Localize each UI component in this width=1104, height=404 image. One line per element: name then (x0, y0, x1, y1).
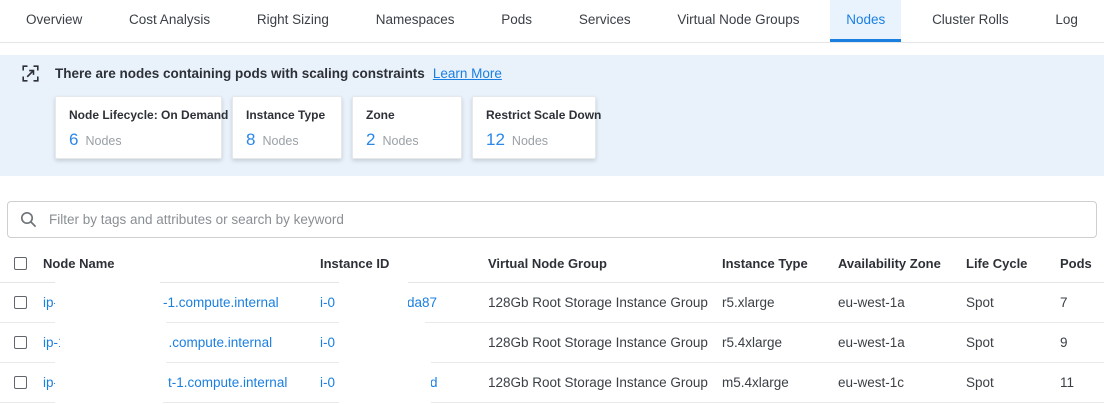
card-count: 6 (69, 130, 78, 150)
tab-right-sizing[interactable]: Right Sizing (241, 0, 345, 42)
constraint-summary-cards: Node Lifecycle: On Demand 6 Nodes Instan… (55, 96, 1104, 159)
tab-namespaces[interactable]: Namespaces (360, 0, 471, 42)
banner-alert-row: There are nodes containing pods with sca… (22, 63, 1104, 83)
card-unit: Nodes (512, 134, 548, 148)
card-zone[interactable]: Zone 2 Nodes (352, 96, 462, 159)
tab-services[interactable]: Services (563, 0, 647, 42)
pods-cell: 9 (1060, 335, 1104, 350)
instance-type-cell: m5.4xlarge (722, 375, 838, 390)
virtual-node-group-cell: 128Gb Root Storage Instance Group (488, 375, 722, 390)
life-cycle-cell: Spot (966, 375, 1060, 390)
col-availability-zone: Availability Zone (838, 256, 966, 271)
banner-message: There are nodes containing pods with sca… (55, 66, 425, 81)
table-row: ip-1.compute.internal i-0 128Gb Root Sto… (0, 323, 1104, 363)
select-all-checkbox[interactable] (14, 257, 27, 270)
virtual-node-group-cell: 128Gb Root Storage Instance Group (488, 295, 722, 310)
table-header-row: Node Name Instance ID Virtual Node Group… (0, 245, 1104, 283)
redaction-box (60, 322, 166, 363)
redaction-box (340, 322, 425, 363)
filter-search-box[interactable] (7, 201, 1097, 238)
availability-zone-cell: eu-west-1a (838, 295, 966, 310)
search-input[interactable] (49, 212, 1084, 227)
row-checkbox[interactable] (14, 336, 27, 349)
card-unit: Nodes (382, 134, 418, 148)
card-count: 8 (246, 130, 255, 150)
scale-out-icon (22, 65, 39, 82)
tab-bar: Overview Cost Analysis Right Sizing Name… (0, 0, 1104, 43)
scaling-constraints-banner: There are nodes containing pods with sca… (0, 55, 1104, 176)
table-row: ip-t-1.compute.internal i-0d 128Gb Root … (0, 363, 1104, 403)
learn-more-link[interactable]: Learn More (433, 66, 502, 81)
tab-log[interactable]: Log (1039, 0, 1094, 42)
table-row: ip--1.compute.internal i-0da87 128Gb Roo… (0, 283, 1104, 323)
col-life-cycle: Life Cycle (966, 256, 1060, 271)
col-virtual-node-group: Virtual Node Group (488, 256, 722, 271)
col-pods: Pods (1060, 256, 1104, 271)
virtual-node-group-cell: 128Gb Root Storage Instance Group (488, 335, 722, 350)
redaction-box (339, 362, 431, 403)
col-instance-type: Instance Type (722, 256, 838, 271)
tab-cluster-rolls[interactable]: Cluster Rolls (916, 0, 1025, 42)
row-checkbox[interactable] (14, 296, 27, 309)
life-cycle-cell: Spot (966, 335, 1060, 350)
tab-cost-analysis[interactable]: Cost Analysis (113, 0, 226, 42)
card-title: Node Lifecycle: On Demand (69, 108, 209, 122)
instance-type-cell: r5.xlarge (722, 295, 838, 310)
availability-zone-cell: eu-west-1a (838, 335, 966, 350)
redaction-box (55, 362, 163, 403)
card-title: Zone (366, 108, 449, 122)
nodes-table: Node Name Instance ID Virtual Node Group… (0, 245, 1104, 403)
card-restrict-scale-down[interactable]: Restrict Scale Down 12 Nodes (472, 96, 596, 159)
card-title: Restrict Scale Down (486, 108, 583, 122)
instance-type-cell: r5.4xlarge (722, 335, 838, 350)
card-instance-type[interactable]: Instance Type 8 Nodes (232, 96, 342, 159)
col-node-name: Node Name (43, 256, 320, 271)
redaction-box (55, 282, 160, 323)
row-checkbox[interactable] (14, 376, 27, 389)
card-title: Instance Type (246, 108, 329, 122)
card-unit: Nodes (85, 134, 121, 148)
life-cycle-cell: Spot (966, 295, 1060, 310)
tab-overview[interactable]: Overview (10, 0, 98, 42)
card-node-lifecycle[interactable]: Node Lifecycle: On Demand 6 Nodes (55, 96, 222, 159)
pods-cell: 7 (1060, 295, 1104, 310)
pods-cell: 11 (1060, 375, 1104, 390)
availability-zone-cell: eu-west-1c (838, 375, 966, 390)
redaction-box (339, 282, 408, 323)
card-count: 12 (486, 130, 505, 150)
tab-nodes[interactable]: Nodes (830, 0, 901, 42)
tab-pods[interactable]: Pods (485, 0, 548, 42)
search-icon (20, 211, 37, 228)
tab-virtual-node-groups[interactable]: Virtual Node Groups (661, 0, 815, 42)
card-count: 2 (366, 130, 375, 150)
card-unit: Nodes (262, 134, 298, 148)
col-instance-id: Instance ID (320, 256, 488, 271)
